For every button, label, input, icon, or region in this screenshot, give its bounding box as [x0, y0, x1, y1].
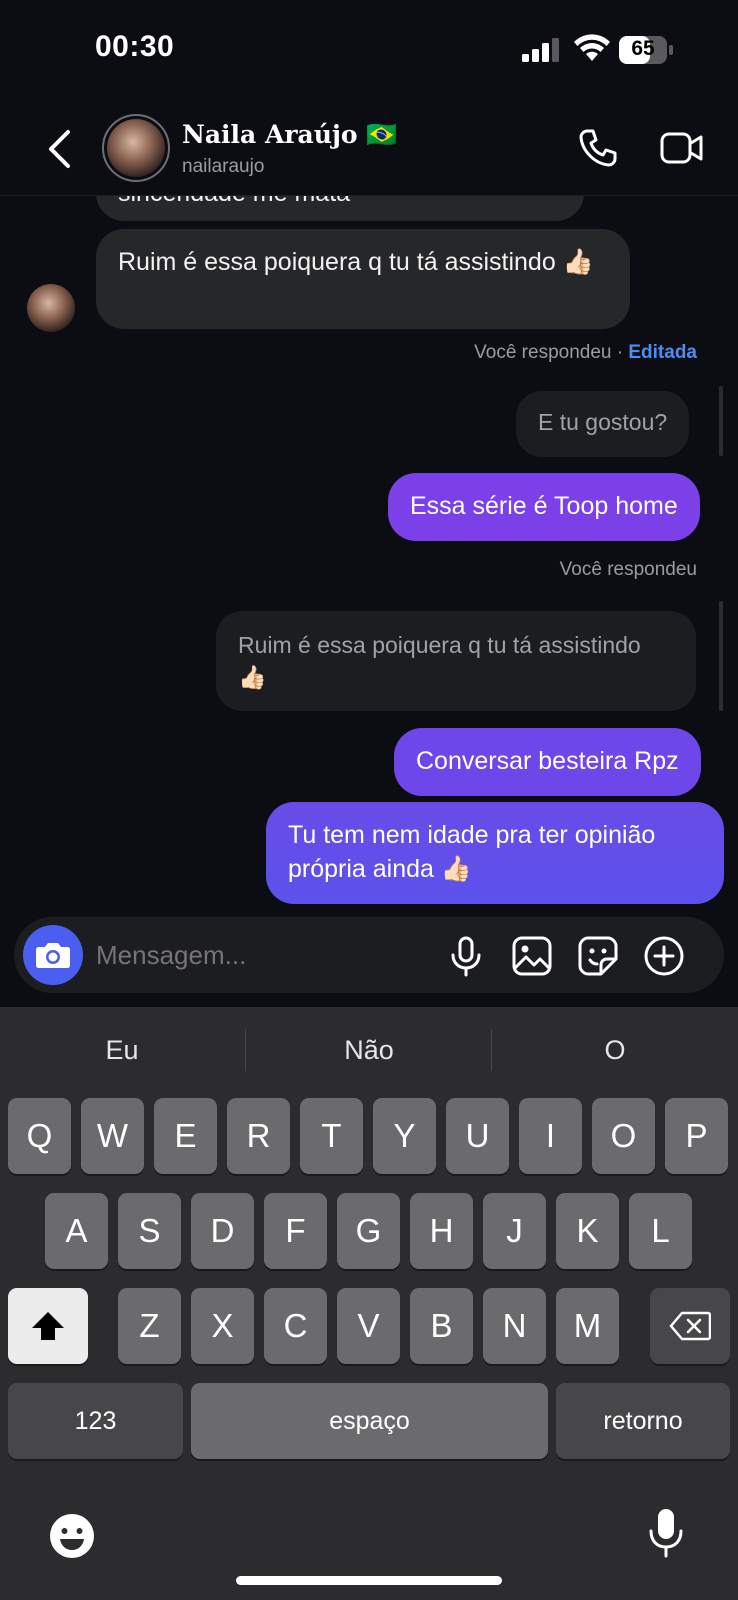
sender-avatar[interactable] [27, 284, 75, 332]
key-x[interactable]: X [191, 1288, 254, 1364]
key-q[interactable]: Q [8, 1098, 71, 1174]
reply-thread-line [719, 601, 723, 711]
video-call-icon[interactable] [660, 128, 704, 168]
reply-meta: Você respondeu [559, 559, 697, 580]
key-k[interactable]: K [556, 1193, 619, 1269]
shift-arrow-icon [32, 1312, 64, 1340]
contact-name[interactable]: Naila Araújo 🇧🇷 [182, 120, 397, 150]
contact-handle[interactable]: nailaraujo [182, 156, 264, 178]
reply-quote[interactable]: Ruim é essa poiquera q tu tá assistindo … [216, 611, 696, 711]
message-bubble-incoming[interactable]: sinceridade me mata [96, 196, 584, 221]
contact-avatar[interactable] [102, 114, 170, 182]
suggestion-item[interactable]: Eu [0, 1035, 244, 1066]
suggestion-bar: Eu Não O [0, 1007, 738, 1095]
space-key[interactable]: espaço [191, 1383, 548, 1459]
suggestion-divider [491, 1029, 492, 1071]
keyboard: Eu Não O Q W E R T Y U I O P A S D F G H… [0, 1007, 738, 1600]
key-p[interactable]: P [665, 1098, 728, 1174]
message-bubble-outgoing[interactable]: Essa série é Toop home [388, 473, 700, 541]
chat-header: Naila Araújo 🇧🇷 nailaraujo [0, 100, 738, 196]
edited-label: Editada [628, 342, 697, 363]
message-bubble-outgoing[interactable]: Conversar besteira Rpz [394, 728, 701, 796]
gallery-icon[interactable] [511, 935, 553, 977]
key-e[interactable]: E [154, 1098, 217, 1174]
key-i[interactable]: I [519, 1098, 582, 1174]
key-u[interactable]: U [446, 1098, 509, 1174]
key-m[interactable]: M [556, 1288, 619, 1364]
camera-icon [36, 943, 70, 968]
shift-key[interactable] [8, 1288, 88, 1364]
message-thread[interactable]: sinceridade me mata Ruim é essa poiquera… [0, 196, 738, 911]
key-t[interactable]: T [300, 1098, 363, 1174]
key-f[interactable]: F [264, 1193, 327, 1269]
key-j[interactable]: J [483, 1193, 546, 1269]
key-b[interactable]: B [410, 1288, 473, 1364]
key-r[interactable]: R [227, 1098, 290, 1174]
cellular-signal-icon [522, 38, 559, 62]
key-n[interactable]: N [483, 1288, 546, 1364]
sticker-icon[interactable] [577, 935, 619, 977]
key-d[interactable]: D [191, 1193, 254, 1269]
suggestion-divider [245, 1029, 246, 1071]
key-a[interactable]: A [45, 1193, 108, 1269]
return-key[interactable]: retorno [556, 1383, 730, 1459]
numbers-key[interactable]: 123 [8, 1383, 183, 1459]
message-composer [14, 917, 724, 993]
key-h[interactable]: H [410, 1193, 473, 1269]
reply-meta: Você respondeu · Editada [474, 342, 697, 363]
key-w[interactable]: W [81, 1098, 144, 1174]
message-input[interactable] [96, 937, 416, 973]
microphone-icon[interactable] [445, 935, 487, 977]
home-indicator[interactable] [236, 1576, 502, 1585]
add-icon[interactable] [643, 935, 685, 977]
key-v[interactable]: V [337, 1288, 400, 1364]
phone-call-icon[interactable] [578, 128, 618, 168]
battery-icon: 65 [619, 36, 673, 64]
key-c[interactable]: C [264, 1288, 327, 1364]
reply-quote[interactable]: E tu gostou? [516, 391, 690, 457]
dictation-mic-icon[interactable] [646, 1507, 686, 1559]
key-s[interactable]: S [118, 1193, 181, 1269]
status-bar: 00:30 65 [0, 0, 738, 100]
message-bubble-outgoing[interactable]: Tu tem nem idade pra ter opinião própria… [266, 802, 724, 904]
wifi-icon [574, 34, 610, 61]
emoji-icon[interactable] [48, 1512, 96, 1560]
key-o[interactable]: O [592, 1098, 655, 1174]
backspace-key[interactable] [650, 1288, 730, 1364]
back-arrow-icon[interactable] [44, 128, 74, 170]
suggestion-item[interactable]: Não [247, 1035, 491, 1066]
battery-level: 65 [631, 37, 655, 60]
reply-thread-line [719, 386, 723, 456]
backspace-icon [669, 1311, 711, 1341]
suggestion-item[interactable]: O [493, 1035, 737, 1066]
key-g[interactable]: G [337, 1193, 400, 1269]
status-time: 00:30 [95, 30, 175, 63]
message-bubble-incoming[interactable]: Ruim é essa poiquera q tu tá assistindo … [96, 229, 630, 329]
key-l[interactable]: L [629, 1193, 692, 1269]
key-z[interactable]: Z [118, 1288, 181, 1364]
key-y[interactable]: Y [373, 1098, 436, 1174]
camera-button[interactable] [23, 925, 83, 985]
